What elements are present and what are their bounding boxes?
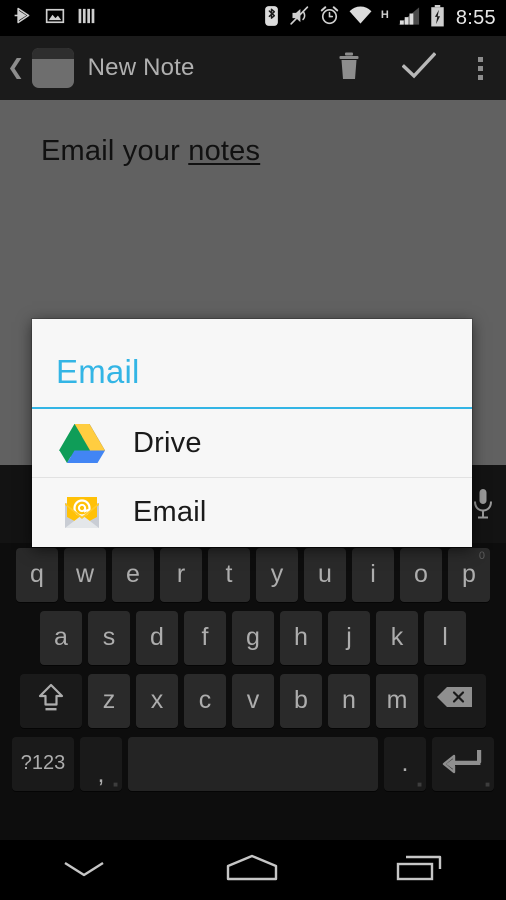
volume-mute-icon <box>289 5 310 31</box>
status-bar-notifications <box>0 5 96 31</box>
key-c[interactable]: c <box>184 673 226 728</box>
signal-bars-icon <box>398 6 421 31</box>
key-symbols[interactable]: ?123 <box>12 736 74 791</box>
dialog-item-email[interactable]: Email <box>32 478 472 547</box>
overflow-menu-dot <box>477 65 483 71</box>
nav-recents-button[interactable] <box>336 840 504 900</box>
key-shift[interactable] <box>20 673 82 728</box>
email-envelope-icon <box>56 487 108 539</box>
key-q[interactable]: q <box>16 547 58 602</box>
key-j[interactable]: j <box>328 610 370 665</box>
backspace-icon <box>435 684 475 717</box>
key-period[interactable]: . ■ <box>384 736 426 791</box>
key-b[interactable]: b <box>280 673 322 728</box>
note-text-plain: Email your <box>41 135 189 167</box>
note-text-line: Email your notes <box>41 135 260 168</box>
key-period-label: . <box>401 749 409 777</box>
battery-charging-icon <box>430 4 445 32</box>
overflow-button[interactable] <box>454 36 506 100</box>
key-y[interactable]: y <box>256 547 298 602</box>
key-o[interactable]: o <box>400 547 442 602</box>
trash-icon <box>336 51 362 86</box>
equalizer-icon <box>77 6 96 31</box>
key-w[interactable]: w <box>64 547 106 602</box>
key-comma-label: , <box>97 759 105 788</box>
alarm-clock-icon <box>319 5 340 31</box>
key-h[interactable]: h <box>280 610 322 665</box>
key-enter[interactable]: ■ <box>432 736 494 791</box>
overflow-menu-icon <box>477 56 483 62</box>
key-s[interactable]: s <box>88 610 130 665</box>
up-navigation-button[interactable]: ❮ <box>0 48 74 88</box>
key-a[interactable]: a <box>40 610 82 665</box>
key-backspace[interactable] <box>424 673 486 728</box>
android-screen: H 8:55 ❮ New Note Email your notes q w e… <box>0 0 506 900</box>
bluetooth-icon <box>263 5 280 32</box>
keyboard-row-4: ?123 , ■ . ■ ■ <box>0 732 506 795</box>
keyboard-row-2: a s d f g h j k l <box>0 606 506 669</box>
status-bar-clock: 8:55 <box>455 6 496 29</box>
key-r[interactable]: r <box>160 547 202 602</box>
key-p-label: p <box>462 560 476 588</box>
home-icon <box>224 853 280 888</box>
network-type-label: H <box>380 8 389 21</box>
recents-icon <box>394 852 446 889</box>
status-bar: H 8:55 <box>0 0 506 36</box>
key-z[interactable]: z <box>88 673 130 728</box>
shift-arrow-icon <box>34 680 68 721</box>
dialog-item-drive[interactable]: Drive <box>32 409 472 478</box>
key-comma[interactable]: , ■ <box>80 736 122 791</box>
key-comma-hint: ■ <box>113 779 118 789</box>
screenshot-image-icon <box>45 6 65 31</box>
key-space[interactable] <box>128 736 378 791</box>
key-x[interactable]: x <box>136 673 178 728</box>
back-chevron-icon: ❮ <box>7 55 25 79</box>
key-period-hint: ■ <box>417 779 422 789</box>
nav-back-button[interactable] <box>0 840 168 900</box>
delete-button[interactable] <box>314 36 384 100</box>
google-drive-icon <box>56 417 108 469</box>
play-store-icon <box>12 5 33 31</box>
page-title: New Note <box>87 54 195 81</box>
navigation-bar <box>0 840 506 900</box>
key-f[interactable]: f <box>184 610 226 665</box>
keyboard-row-1: q w e r t y u i o p 0 <box>0 543 506 606</box>
key-i[interactable]: i <box>352 547 394 602</box>
checkmark-icon <box>401 51 437 86</box>
key-u[interactable]: u <box>304 547 346 602</box>
key-p-superscript: 0 <box>478 549 485 562</box>
key-l[interactable]: l <box>424 610 466 665</box>
key-d[interactable]: d <box>136 610 178 665</box>
notepad-app-icon <box>31 48 74 88</box>
action-bar-actions <box>314 36 506 100</box>
key-n[interactable]: n <box>328 673 370 728</box>
key-g[interactable]: g <box>232 610 274 665</box>
key-enter-hint: ■ <box>485 779 490 789</box>
overflow-menu-dot <box>477 74 483 80</box>
dialog-item-email-label: Email <box>133 496 207 528</box>
key-k[interactable]: k <box>376 610 418 665</box>
key-e[interactable]: e <box>112 547 154 602</box>
microphone-icon[interactable] <box>470 487 496 526</box>
dialog-item-drive-label: Drive <box>133 426 202 459</box>
wifi-icon <box>349 6 372 30</box>
keyboard-rows: q w e r t y u i o p 0 a s d f g h j k l … <box>0 543 506 795</box>
done-button[interactable] <box>384 36 454 100</box>
chevron-down-icon <box>61 855 107 886</box>
nav-home-button[interactable] <box>168 840 336 900</box>
note-text-underlined: notes <box>188 135 261 167</box>
dialog-title: Email <box>56 353 140 390</box>
action-bar: ❮ New Note <box>0 36 506 100</box>
key-v[interactable]: v <box>232 673 274 728</box>
key-m[interactable]: m <box>376 673 418 728</box>
keyboard-row-3: z x c v b n m <box>0 669 506 732</box>
key-t[interactable]: t <box>208 547 250 602</box>
enter-arrow-icon <box>442 746 484 781</box>
share-target-dialog: Email Drive Email <box>32 319 472 547</box>
key-p[interactable]: p 0 <box>448 547 490 602</box>
status-bar-system-icons: H 8:55 <box>263 4 506 32</box>
